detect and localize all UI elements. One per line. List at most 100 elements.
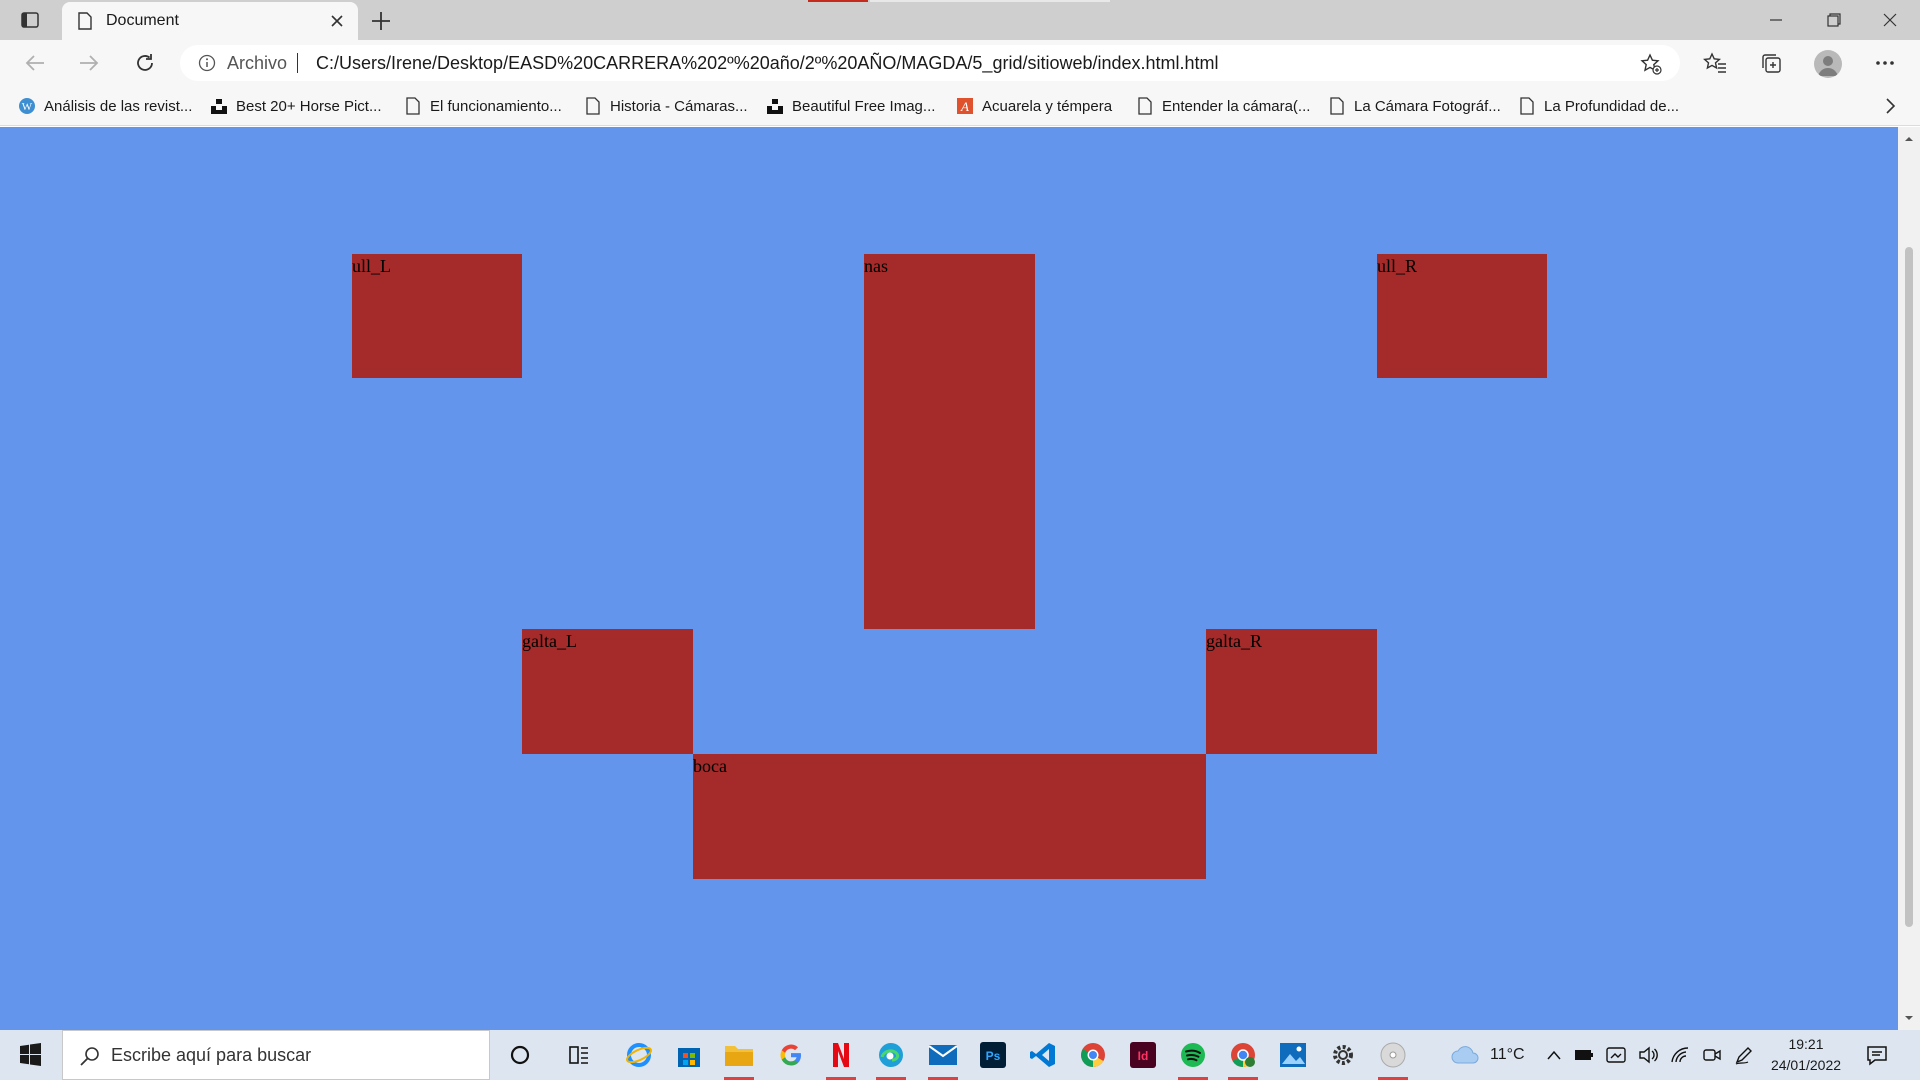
windows-start-icon[interactable] — [12, 1040, 48, 1070]
spotify-icon[interactable] — [1176, 1038, 1210, 1080]
indesign-icon[interactable]: Id — [1126, 1038, 1160, 1072]
scroll-up-icon[interactable] — [1903, 133, 1915, 145]
dvd-icon[interactable] — [1376, 1038, 1410, 1080]
file-explorer-icon[interactable] — [722, 1038, 756, 1080]
edge-icon[interactable] — [874, 1038, 908, 1080]
bookmark-item[interactable]: El funcionamiento... — [404, 95, 562, 117]
close-tab-icon[interactable] — [328, 12, 346, 30]
bookmark-item[interactable]: Best 20+ Horse Pict... — [210, 95, 381, 117]
grid-item-galta-l: galta_L — [522, 629, 693, 754]
bookmark-label: Beautiful Free Imag... — [792, 97, 936, 115]
info-icon[interactable] — [198, 54, 216, 72]
svg-text:Id: Id — [1138, 1049, 1149, 1063]
chevron-up-icon[interactable] — [1546, 1049, 1562, 1061]
weather-temperature: 11°C — [1490, 1046, 1525, 1063]
bookmarks-bar: W Análisis de las revist... Best 20+ Hor… — [0, 86, 1920, 126]
page-icon — [1520, 97, 1534, 115]
bookmark-item[interactable]: A Acuarela y témpera — [956, 95, 1112, 117]
photos-icon[interactable] — [1276, 1038, 1310, 1072]
bookmark-item[interactable]: Entender la cámara(... — [1136, 95, 1310, 117]
tab-title: Document — [106, 12, 179, 29]
battery-icon[interactable] — [1574, 1048, 1594, 1062]
grid-item-label: boca — [693, 756, 727, 776]
taskbar-search[interactable]: Escribe aquí para buscar — [62, 1030, 490, 1080]
clock-date: 24/01/2022 — [1770, 1057, 1842, 1073]
meet-now-icon[interactable] — [1702, 1046, 1722, 1064]
tab-strip: Document — [0, 0, 1920, 40]
wifi-icon[interactable] — [1670, 1046, 1690, 1064]
unsplash-icon — [767, 99, 783, 114]
grid-item-label: galta_L — [522, 631, 577, 651]
grid-item-galta-r: galta_R — [1206, 629, 1377, 754]
back-button[interactable] — [20, 49, 50, 77]
vscode-icon[interactable] — [1026, 1038, 1060, 1072]
photoshop-icon[interactable]: Ps — [976, 1038, 1010, 1072]
chevron-right-icon[interactable] — [1880, 96, 1900, 116]
minimize-button[interactable] — [1756, 6, 1796, 34]
settings-icon[interactable] — [1326, 1038, 1360, 1072]
browser-tab[interactable]: Document — [62, 2, 358, 40]
notifications-icon[interactable] — [1866, 1044, 1888, 1066]
add-favorite-icon[interactable] — [1640, 53, 1662, 75]
tab-progress-track — [870, 0, 1110, 2]
mail-icon[interactable] — [926, 1038, 960, 1080]
vertical-scrollbar[interactable] — [1898, 127, 1920, 1030]
internet-explorer-icon[interactable] — [622, 1038, 656, 1072]
back-arrow-icon — [25, 55, 44, 71]
grid-item-nas: nas — [864, 254, 1035, 629]
favorites-icon[interactable] — [1702, 50, 1728, 76]
refresh-button[interactable] — [130, 49, 160, 77]
pen-icon[interactable] — [1734, 1045, 1754, 1065]
bookmark-item[interactable]: La Profundidad de... — [1518, 95, 1679, 117]
scroll-down-icon[interactable] — [1903, 1012, 1915, 1024]
chrome-icon[interactable] — [1076, 1038, 1110, 1072]
page-viewport: ull_L nas ull_R galta_L galta_R boca — [0, 127, 1898, 1030]
grid-item-boca: boca — [693, 754, 1206, 879]
collections-icon[interactable] — [1758, 50, 1784, 76]
bookmark-item[interactable]: W Análisis de las revist... — [18, 95, 192, 117]
address-bar[interactable]: Archivo C:/Users/Irene/Desktop/EASD%20CA… — [180, 45, 1680, 81]
search-placeholder: Escribe aquí para buscar — [111, 1045, 312, 1065]
volume-icon[interactable] — [1638, 1046, 1658, 1064]
new-tab-icon[interactable] — [368, 8, 394, 34]
netflix-icon[interactable] — [824, 1038, 858, 1080]
bookmark-item[interactable]: Historia - Cámaras... — [584, 95, 748, 117]
chrome-profile-icon[interactable] — [1226, 1038, 1260, 1080]
minimize-icon — [1770, 19, 1782, 21]
scroll-thumb[interactable] — [1905, 247, 1913, 927]
store-icon[interactable] — [672, 1038, 706, 1072]
google-icon[interactable] — [774, 1038, 808, 1072]
task-view-icon[interactable] — [562, 1038, 596, 1072]
bookmark-label: Historia - Cámaras... — [610, 97, 748, 115]
more-options-icon[interactable] — [1872, 50, 1898, 76]
page-icon — [406, 97, 420, 115]
weather-widget[interactable]: 11°C — [1450, 1030, 1525, 1080]
bookmark-label: La Cámara Fotográf... — [1354, 97, 1501, 115]
taskbar-clock[interactable]: 19:21 24/01/2022 — [1766, 1034, 1846, 1076]
bookmark-label: Best 20+ Horse Pict... — [236, 97, 382, 115]
close-window-button[interactable] — [1870, 6, 1910, 34]
address-separator — [297, 53, 298, 73]
tab-progress-indicator — [808, 0, 868, 2]
wordpress-icon: W — [19, 98, 35, 114]
profile-avatar[interactable] — [1814, 50, 1842, 78]
art-icon: A — [957, 98, 973, 114]
grid-item-label: nas — [864, 256, 888, 276]
bookmark-item[interactable]: La Cámara Fotográf... — [1328, 95, 1501, 117]
bookmark-label: Entender la cámara(... — [1162, 97, 1311, 115]
onedrive-icon[interactable] — [1606, 1046, 1626, 1064]
bookmark-label: Análisis de las revist... — [44, 97, 193, 115]
cloud-icon — [1451, 1046, 1479, 1064]
grid-item-ull-l: ull_L — [352, 254, 522, 378]
forward-button[interactable] — [74, 49, 104, 77]
clock-time: 19:21 — [1788, 1036, 1824, 1052]
close-icon — [1883, 13, 1897, 27]
tab-actions-icon[interactable] — [14, 8, 46, 32]
search-icon — [80, 1047, 99, 1066]
url-text[interactable]: C:/Users/Irene/Desktop/EASD%20CARRERA%20… — [316, 53, 1219, 74]
bookmark-label: La Profundidad de... — [1544, 97, 1680, 115]
bookmark-item[interactable]: Beautiful Free Imag... — [766, 95, 935, 117]
restore-button[interactable] — [1814, 6, 1854, 34]
cortana-icon[interactable] — [503, 1038, 537, 1072]
browser-toolbar: Archivo C:/Users/Irene/Desktop/EASD%20CA… — [0, 40, 1920, 86]
